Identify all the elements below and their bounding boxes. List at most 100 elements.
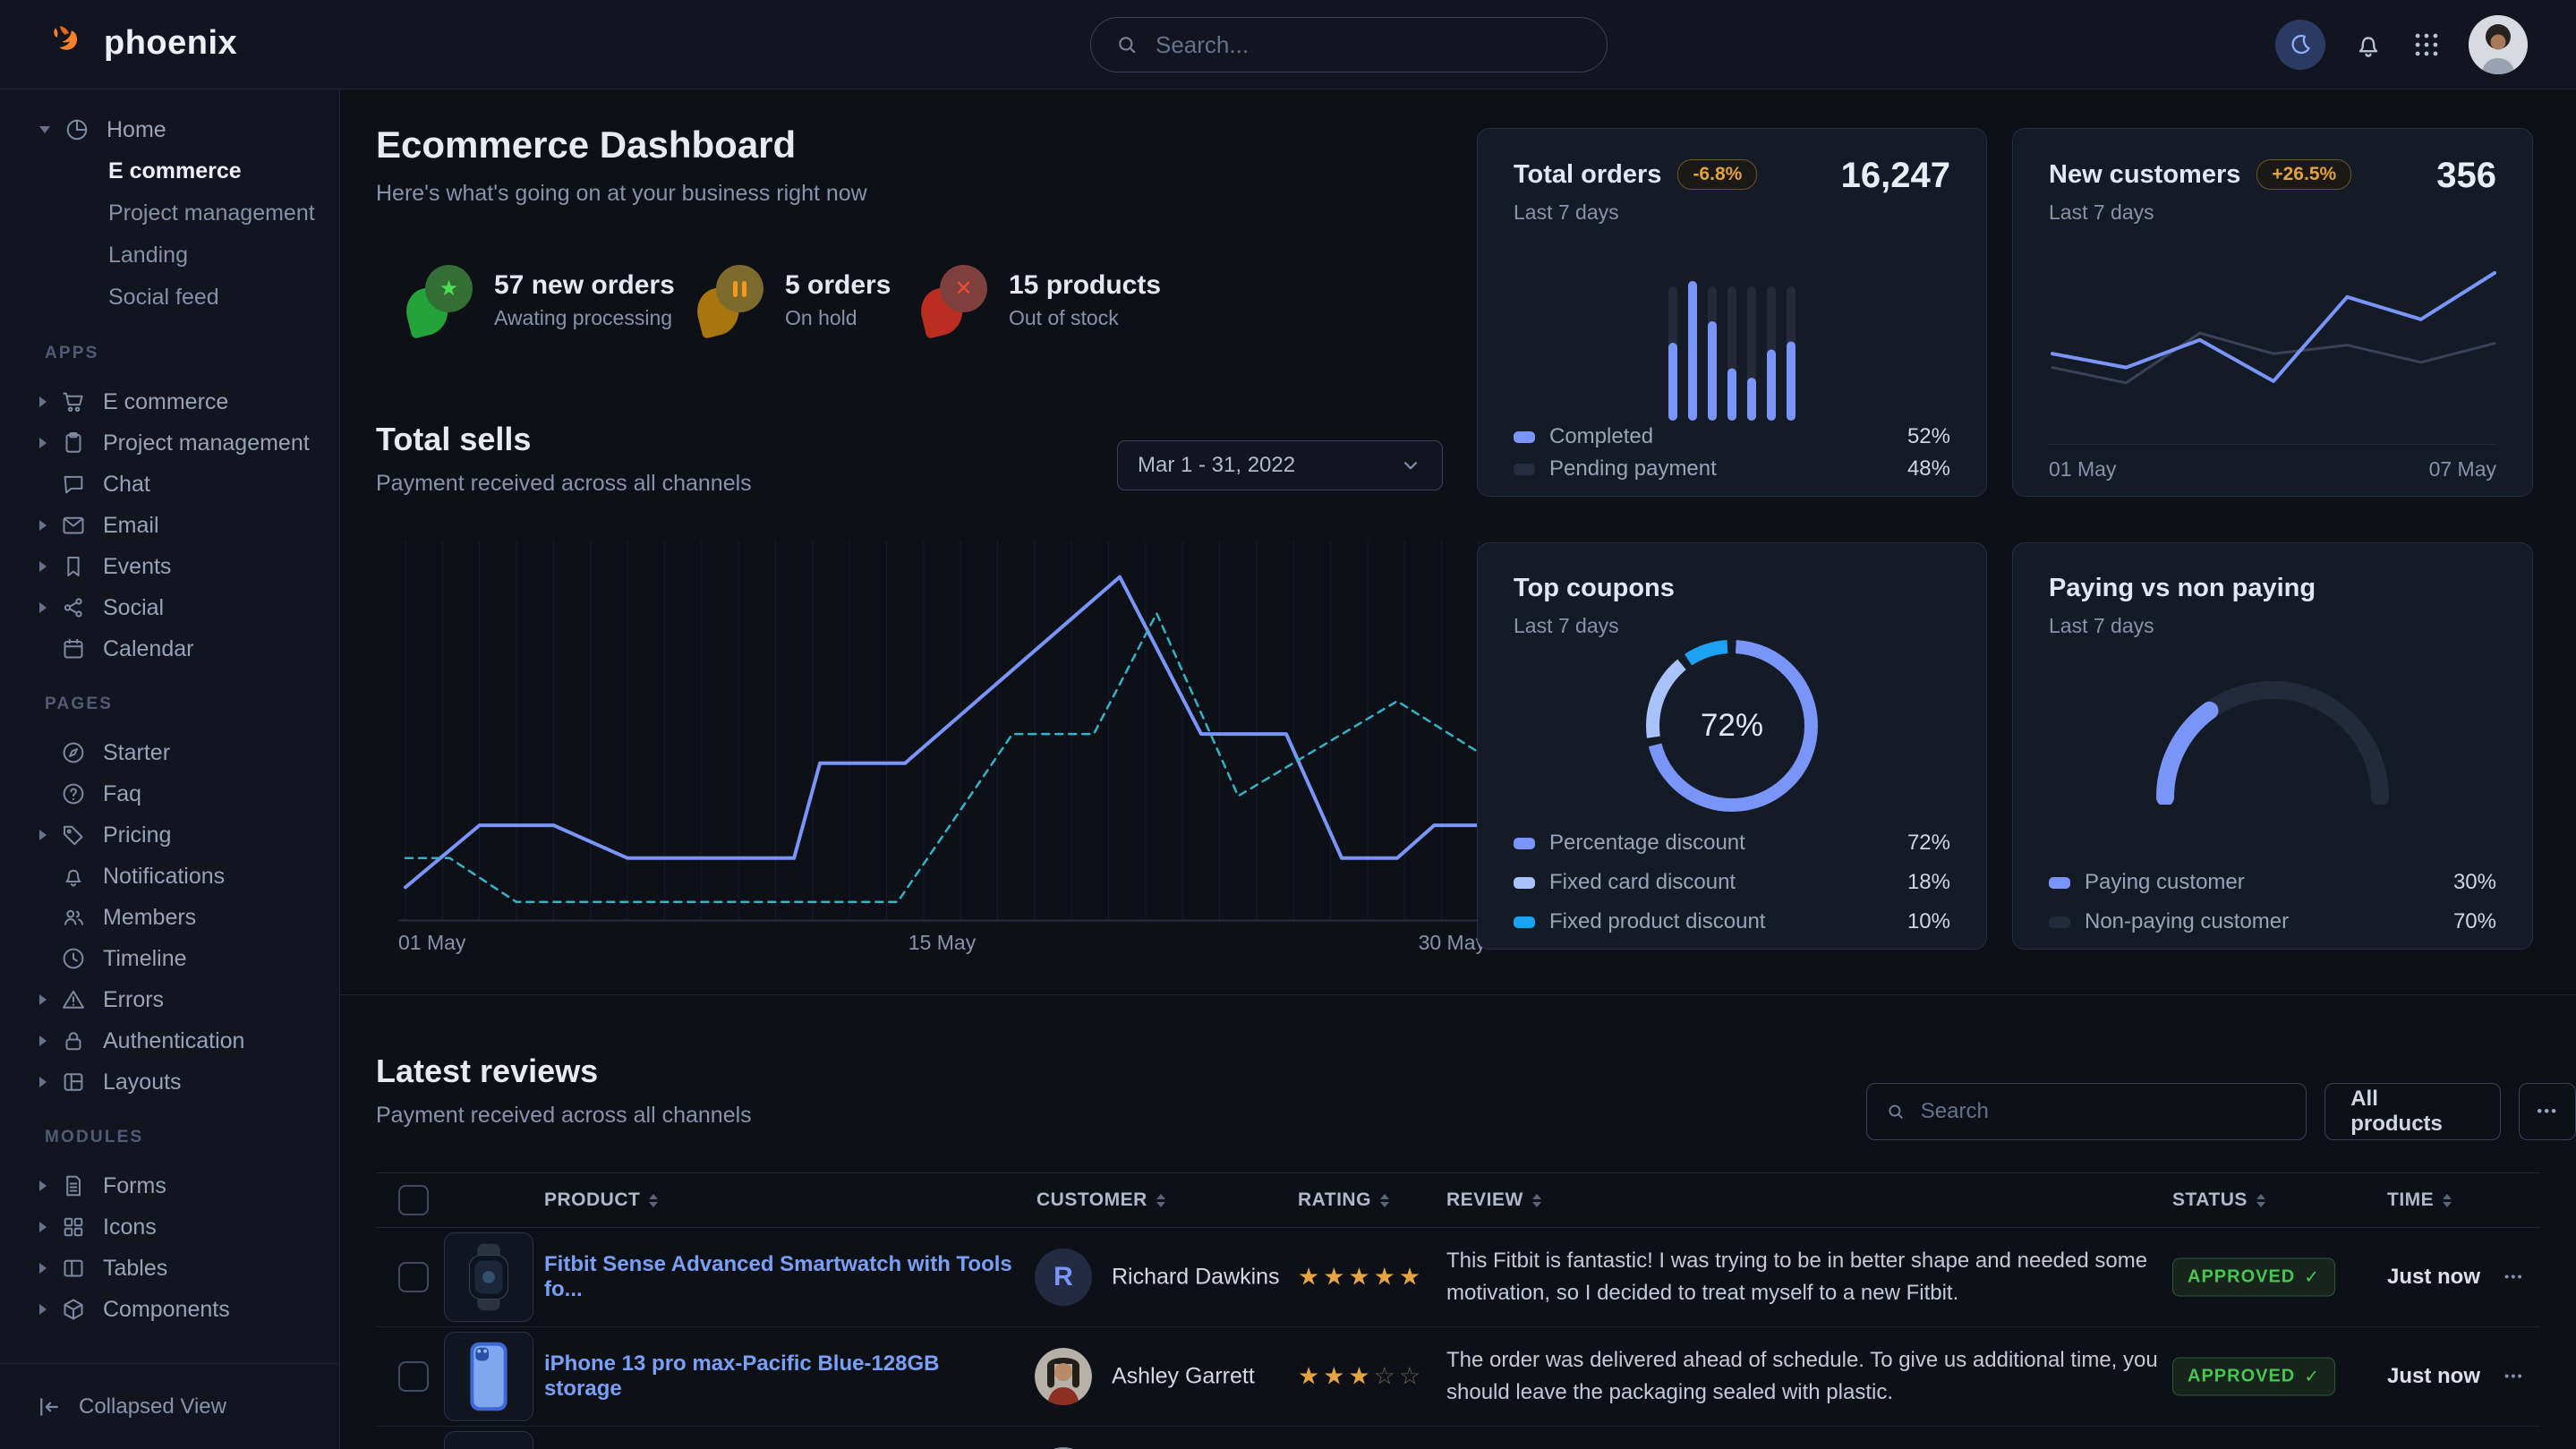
sidebar-item-label: Forms [103, 1173, 166, 1199]
sidebar-item-label: Layouts [103, 1070, 182, 1095]
sidebar-subitem-landing[interactable]: Landing [0, 234, 339, 277]
global-search-input[interactable] [1154, 30, 1583, 60]
sidebar-item-members[interactable]: Members [0, 897, 339, 938]
collapsed-view-label: Collapsed View [79, 1394, 226, 1419]
sidebar-item-label: Timeline [103, 946, 187, 972]
global-search [1090, 17, 1608, 72]
caret-right-icon [39, 1036, 47, 1046]
card-period: Last 7 days [2049, 200, 2496, 225]
sidebar-section-pages: PAGES [0, 695, 339, 714]
caret-spacer [39, 479, 47, 490]
sort-icon [1532, 1194, 1541, 1207]
sidebar-item-events[interactable]: Events [0, 546, 339, 587]
sidebar-item-email[interactable]: Email [0, 505, 339, 546]
notifications-button[interactable] [2352, 29, 2384, 61]
total-sells-title: Total sells [376, 421, 752, 458]
sidebar-item-notifications[interactable]: Notifications [0, 856, 339, 897]
axis-label: 30 May [1419, 931, 1486, 955]
sort-icon [2443, 1194, 2452, 1207]
axis-label: 01 May [398, 931, 465, 954]
sidebar-item-forms[interactable]: Forms [0, 1165, 339, 1206]
row-actions-button[interactable]: ••• [2504, 1369, 2524, 1385]
orders-bar-chart [1668, 279, 1796, 429]
sidebar-item-layouts[interactable]: Layouts [0, 1061, 339, 1103]
sidebar-subitem-social-feed[interactable]: Social feed [0, 277, 339, 319]
clipboard-icon [60, 430, 87, 456]
sidebar-item-home[interactable]: Home [0, 109, 339, 150]
row-checkbox[interactable] [398, 1361, 429, 1392]
sidebar-item-social[interactable]: Social [0, 587, 339, 628]
legend-label: Paying customer [2085, 870, 2453, 895]
product-thumbnail[interactable] [444, 1232, 533, 1322]
card-period: Last 7 days [1514, 614, 1950, 638]
card-title: New customers [2049, 160, 2240, 190]
profile-avatar[interactable] [2469, 15, 2528, 74]
sidebar-item-project-management[interactable]: Project management [0, 422, 339, 464]
product-thumbnail[interactable] [444, 1332, 533, 1421]
axis-label: 01 May [2049, 457, 2116, 482]
column-header-rating[interactable]: RATING [1298, 1189, 1389, 1211]
axis-label: 07 May [2429, 457, 2496, 482]
sidebar-item-calendar[interactable]: Calendar [0, 628, 339, 669]
row-actions-button[interactable]: ••• [2504, 1270, 2524, 1285]
product-thumbnail[interactable] [444, 1431, 533, 1449]
collapsed-view-toggle[interactable]: Collapsed View [0, 1363, 340, 1449]
file-icon [60, 1172, 87, 1199]
section-divider [340, 994, 2576, 995]
product-image [445, 1333, 533, 1420]
sidebar-item-tables[interactable]: Tables [0, 1248, 339, 1289]
column-header-review[interactable]: REVIEW [1446, 1189, 1541, 1211]
top-coupons-card: Top coupons Last 7 days 72% Percentage d… [1477, 542, 1987, 950]
main-content: Ecommerce Dashboard Here's what's going … [340, 89, 2576, 1449]
product-link[interactable]: Fitbit Sense Advanced Smartwatch with To… [544, 1252, 1019, 1302]
reviews-search-input[interactable] [1919, 1098, 2288, 1125]
brand-logo[interactable]: phoenix [45, 20, 237, 66]
sidebar-item-authentication[interactable]: Authentication [0, 1020, 339, 1061]
select-all-checkbox[interactable] [398, 1185, 429, 1215]
grid4-icon [60, 1214, 87, 1240]
card-period: Last 7 days [1514, 200, 1950, 225]
caret-right-icon [39, 561, 47, 572]
coupons-donut-chart: 72% [1646, 640, 1818, 812]
clock-icon [60, 945, 87, 972]
apps-menu-button[interactable] [2411, 30, 2442, 60]
coupons-legend: Percentage discount72%Fixed card discoun… [1514, 831, 1950, 934]
legend-label: Fixed product discount [1549, 909, 1907, 934]
sidebar-item-errors[interactable]: Errors [0, 979, 339, 1020]
row-checkbox[interactable] [398, 1262, 429, 1292]
caret-right-icon [39, 994, 47, 1005]
sidebar-item-chat[interactable]: Chat [0, 464, 339, 505]
reviews-subtitle: Payment received across all channels [376, 1103, 752, 1129]
status-badge: APPROVED ✓ [2172, 1258, 2335, 1297]
reviews-more-button[interactable]: ••• [2519, 1083, 2576, 1140]
column-header-customer[interactable]: CUSTOMER [1036, 1189, 1165, 1211]
theme-toggle-button[interactable] [2275, 20, 2325, 70]
column-header-status[interactable]: STATUS [2172, 1189, 2265, 1211]
sidebar-item-timeline[interactable]: Timeline [0, 938, 339, 979]
column-header-time[interactable]: TIME [2387, 1189, 2452, 1211]
date-range-select[interactable]: Mar 1 - 31, 2022 [1117, 440, 1443, 490]
sidebar-item-label: E commerce [103, 389, 228, 415]
stat-on-hold: 5 ordersOn hold [697, 265, 921, 335]
sort-icon [2256, 1194, 2265, 1207]
sidebar-subitem-e-commerce[interactable]: E commerce [0, 150, 339, 192]
all-products-button[interactable]: All products [2324, 1083, 2501, 1140]
trend-badge: +26.5% [2256, 159, 2351, 190]
sidebar-item-components[interactable]: Components [0, 1289, 339, 1330]
sidebar-item-starter[interactable]: Starter [0, 732, 339, 773]
column-header-product[interactable]: PRODUCT [544, 1189, 658, 1211]
stat-caption: Awating processing [494, 306, 675, 330]
sidebar-item-faq[interactable]: Faq [0, 773, 339, 814]
sidebar-item-e-commerce[interactable]: E commerce [0, 381, 339, 422]
sidebar-item-label: Chat [103, 472, 150, 498]
product-link[interactable]: iPhone 13 pro max-Pacific Blue-128GB sto… [544, 1351, 1019, 1402]
sidebar-item-pricing[interactable]: Pricing [0, 814, 339, 856]
pie-chart-icon [64, 116, 90, 143]
total-sells-chart [398, 537, 1486, 922]
sidebar-subitem-project-management[interactable]: Project management [0, 192, 339, 234]
stat-value: 15 products [1009, 270, 1161, 301]
sidebar-item-icons[interactable]: Icons [0, 1206, 339, 1248]
caret-right-icon [39, 1222, 47, 1232]
orders-legend: Completed52%Pending payment48% [1514, 424, 1950, 482]
legend-item: Completed52% [1514, 424, 1950, 449]
